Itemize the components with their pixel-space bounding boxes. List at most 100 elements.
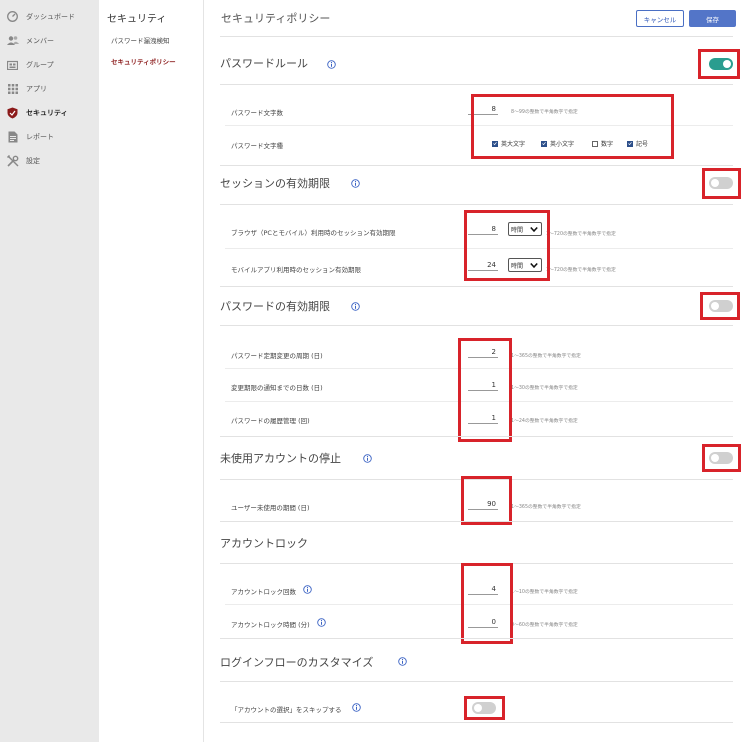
browser-session-hint: 1～720の整数で半角数字で指定 — [546, 232, 616, 237]
mobile-session-unit-select[interactable]: 時間 — [508, 258, 542, 272]
expiry-notice-hint: 1～30の整数で半角数字で指定 — [511, 386, 578, 391]
divider — [220, 36, 733, 37]
nav-label: セキュリティ — [26, 109, 68, 117]
mobile-session-label: モバイルアプリ利用時のセッション有効期限 — [231, 266, 361, 274]
dashboard-icon — [6, 10, 19, 23]
section-title-password-rule: パスワードルール — [220, 57, 308, 70]
checkbox-label: 数字 — [601, 141, 614, 148]
skip-account-select-toggle[interactable] — [472, 702, 496, 714]
divider — [220, 563, 733, 564]
chevron-down-icon — [530, 262, 538, 269]
section-title-unused-account: 未使用アカウントの停止 — [220, 452, 341, 465]
password-length-hint: 8～99の整数で半角数字で指定 — [511, 110, 578, 115]
shield-icon — [6, 106, 19, 119]
subnav-item-security-policy[interactable]: セキュリティポリシー — [111, 56, 176, 66]
security-subnav: セキュリティ パスワード漏洩検知 セキュリティポリシー — [99, 0, 204, 742]
section-title-login-flow: ログインフローのカスタマイズ — [220, 656, 374, 669]
mobile-session-hint: 1～720の整数で半角数字で指定 — [546, 268, 616, 273]
cancel-button[interactable]: キャンセル — [636, 10, 684, 27]
divider — [220, 325, 733, 326]
save-button[interactable]: 保存 — [689, 10, 736, 27]
checkbox-box — [492, 140, 498, 147]
divider — [220, 436, 733, 437]
session-toggle[interactable] — [709, 177, 733, 189]
lock-count-hint: 1～10の整数で半角数字で指定 — [511, 590, 578, 595]
nav-label: レポート — [26, 133, 54, 141]
checkbox-label: 英小文字 — [550, 141, 575, 148]
nav-item-apps[interactable]: アプリ — [0, 78, 99, 100]
divider — [220, 638, 733, 639]
expiry-notice-label: 変更期限の通知までの日数 (日) — [231, 384, 323, 392]
nav-item-group[interactable]: グループ — [0, 54, 99, 76]
checkbox-digits[interactable]: 数字 — [592, 139, 613, 148]
toggle-knob — [711, 179, 719, 187]
checkbox-symbols[interactable]: 記号 — [627, 139, 648, 148]
lock-count-label: アカウントロック回数 — [231, 588, 296, 596]
mobile-session-input[interactable] — [468, 260, 498, 271]
unused-period-label: ユーザー未使用の期間 (日) — [231, 504, 310, 512]
divider — [220, 521, 733, 522]
divider — [220, 681, 733, 682]
unused-account-toggle[interactable] — [709, 452, 733, 464]
lock-time-label: アカウントロック時間 (分) — [231, 621, 310, 629]
browser-session-input[interactable] — [468, 224, 498, 235]
info-icon[interactable] — [303, 585, 312, 594]
divider — [220, 286, 733, 287]
nav-label: グループ — [26, 61, 54, 69]
password-interval-hint: 1～365の整数で半角数字で指定 — [511, 354, 581, 359]
expiry-notice-input[interactable] — [468, 380, 498, 391]
info-icon[interactable] — [327, 60, 336, 69]
lock-count-input[interactable] — [468, 584, 498, 595]
toggle-knob — [723, 60, 731, 68]
info-icon[interactable] — [351, 302, 360, 311]
nav-label: メンバー — [26, 37, 54, 45]
password-rule-toggle[interactable] — [709, 58, 733, 70]
password-expiry-toggle[interactable] — [709, 300, 733, 312]
divider — [220, 165, 733, 166]
checkbox-lowercase[interactable]: 英小文字 — [541, 139, 574, 148]
divider — [225, 248, 733, 249]
checkbox-box — [592, 140, 598, 147]
checkbox-uppercase[interactable]: 英大文字 — [492, 139, 525, 148]
divider — [225, 604, 733, 605]
lock-time-input[interactable] — [468, 617, 498, 628]
toggle-knob — [711, 302, 719, 310]
info-icon[interactable] — [317, 618, 326, 627]
subnav-title: セキュリティ — [107, 14, 167, 25]
nav-label: 設定 — [26, 157, 40, 165]
divider — [220, 722, 733, 723]
checkbox-label: 記号 — [636, 141, 649, 148]
left-nav: ダッシュボード メンバー グループ アプリ セキュリティ レポート 設定 — [0, 0, 99, 742]
checkbox-label: 英大文字 — [501, 141, 526, 148]
password-length-label: パスワード文字数 — [231, 109, 283, 117]
nav-item-dashboard[interactable]: ダッシュボード — [0, 6, 99, 28]
nav-item-security[interactable]: セキュリティ — [0, 102, 99, 124]
chevron-down-icon — [530, 226, 538, 233]
nav-item-members[interactable]: メンバー — [0, 30, 99, 52]
info-icon[interactable] — [363, 454, 372, 463]
password-history-input[interactable] — [468, 413, 498, 424]
nav-label: ダッシュボード — [26, 13, 75, 21]
divider — [225, 368, 733, 369]
lock-time-hint: 0～60の整数で半角数字で指定 — [511, 623, 578, 628]
info-icon[interactable] — [352, 703, 361, 712]
section-title-session: セッションの有効期限 — [220, 177, 330, 190]
toggle-knob — [711, 454, 719, 462]
info-icon[interactable] — [351, 179, 360, 188]
divider — [220, 479, 733, 480]
browser-session-label: ブラウザ（PCとモバイル）利用時のセッション有効期限 — [231, 229, 396, 237]
password-interval-input[interactable] — [468, 347, 498, 358]
nav-item-report[interactable]: レポート — [0, 126, 99, 148]
subnav-item-password-leak[interactable]: パスワード漏洩検知 — [111, 35, 170, 45]
unused-period-input[interactable] — [468, 499, 498, 510]
browser-session-unit-select[interactable]: 時間 — [508, 222, 542, 236]
select-value: 時間 — [511, 226, 524, 234]
members-icon — [6, 34, 19, 47]
info-icon[interactable] — [398, 657, 407, 666]
settings-icon — [6, 154, 19, 167]
password-length-input[interactable] — [468, 104, 498, 115]
checkbox-box — [627, 140, 633, 147]
nav-label: アプリ — [26, 85, 47, 93]
section-title-password-expiry: パスワードの有効期限 — [220, 300, 330, 313]
nav-item-settings[interactable]: 設定 — [0, 150, 99, 172]
